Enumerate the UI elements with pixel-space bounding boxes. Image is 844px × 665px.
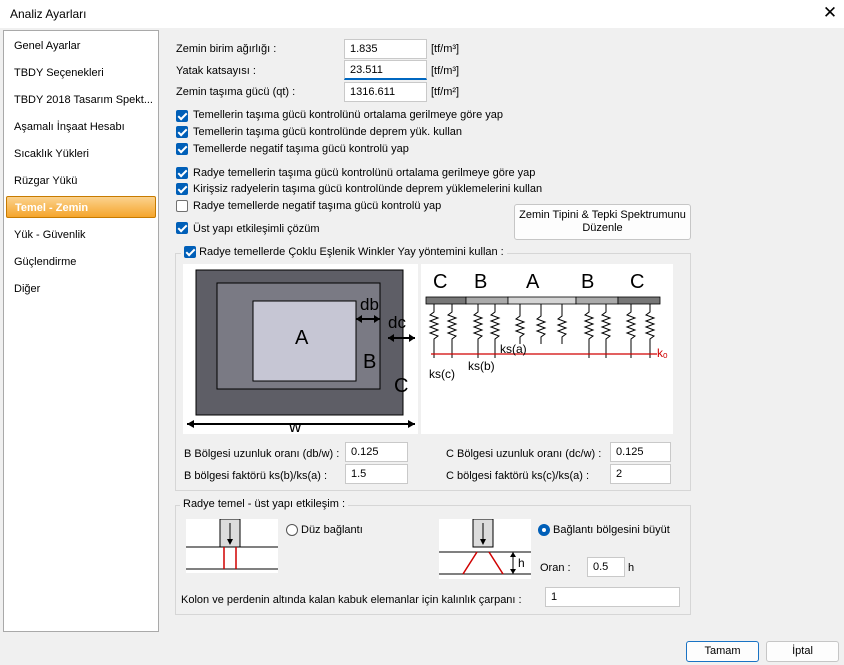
subgrade-input[interactable]: 23.511 — [344, 60, 427, 80]
sidebar-item-tbdy-2018[interactable]: TBDY 2018 Tasarım Spekt... — [6, 89, 156, 111]
plan-label-db: db — [360, 295, 379, 314]
spring-section-diagram: C B A B C kₒ ks(a) ks(b) ks(c) — [421, 264, 673, 434]
bearing-label: Zemin taşıma gücü (qt) : — [176, 86, 296, 98]
sidebar-item-yuk-guvenlik[interactable]: Yük - Güvenlik — [6, 224, 156, 246]
radio-flat-connection-label: Düz bağlantı — [301, 524, 363, 536]
unit-weight-unit: [tf/m³] — [431, 43, 460, 55]
subgrade-unit: [tf/m³] — [431, 65, 460, 77]
winkler-label: Radye temellerde Çoklu Eşlenik Winkler Y… — [199, 246, 504, 259]
thickness-label: Kolon ve perdenin altında kalan kabuk el… — [181, 594, 522, 606]
check-raft-negative-label: Radye temellerde negatif taşıma gücü kon… — [193, 200, 442, 212]
enlarged-connection-diagram: h — [439, 519, 531, 579]
section-label-ksa: ks(a) — [500, 342, 527, 356]
check-superstructure[interactable] — [176, 222, 188, 234]
check-avg-stress[interactable] — [176, 110, 188, 122]
window-title: Analiz Ayarları — [10, 7, 87, 21]
ratio-unit: h — [628, 562, 635, 574]
check-superstructure-label: Üst yapı etkileşimli çözüm — [193, 223, 320, 235]
check-raft-negative[interactable] — [176, 200, 188, 212]
radio-enlarge-connection[interactable] — [538, 524, 550, 536]
check-raft-avg-stress[interactable] — [176, 167, 188, 179]
plan-label-w: w — [288, 417, 302, 434]
section-label-ko: kₒ — [657, 346, 668, 360]
sidebar-item-sicaklik[interactable]: Sıcaklık Yükleri — [6, 143, 156, 165]
sidebar-item-temel-zemin[interactable]: Temel - Zemin — [6, 196, 156, 218]
section-zone-b-left: B — [474, 271, 487, 293]
winkler-legend: Radye temellerde Çoklu Eşlenik Winkler Y… — [181, 246, 507, 260]
sidebar-item-ruzgar[interactable]: Rüzgar Yükü — [6, 170, 156, 192]
radio-flat-connection[interactable] — [286, 524, 298, 536]
plan-label-a: A — [295, 327, 309, 349]
plan-label-dc: dc — [388, 313, 406, 332]
c-ratio-input[interactable]: 0.125 — [610, 442, 671, 462]
thickness-input[interactable]: 1 — [545, 587, 680, 607]
section-zone-c-right: C — [630, 271, 644, 293]
title-bar — [0, 0, 844, 28]
b-ratio-label: B Bölgesi uzunluk oranı (db/w) : — [184, 448, 340, 460]
ratio-label: Oran : — [540, 562, 571, 574]
ratio-input[interactable]: 0.5 — [587, 557, 625, 577]
enlarged-diagram-h: h — [518, 556, 525, 570]
section-label-ksb: ks(b) — [468, 359, 495, 373]
check-negative-bearing-label: Temellerde negatif taşıma gücü kontrolü … — [193, 143, 409, 155]
bearing-unit: [tf/m²] — [431, 86, 460, 98]
c-factor-label: C bölgesi faktörü ks(c)/ks(a) : — [446, 470, 590, 482]
section-zone-a: A — [526, 271, 540, 293]
b-ratio-input[interactable]: 0.125 — [345, 442, 408, 462]
close-icon[interactable]: ✕ — [820, 3, 840, 23]
sidebar-item-guclendirme[interactable]: Güçlendirme — [6, 251, 156, 273]
check-beamless-raft-label: Kirişsiz radyelerin taşıma gücü kontrolü… — [193, 183, 543, 195]
check-beamless-raft[interactable] — [176, 183, 188, 195]
subgrade-label: Yatak katsayısı : — [176, 65, 256, 77]
b-factor-label: B bölgesi faktörü ks(b)/ks(a) : — [184, 470, 328, 482]
b-factor-input[interactable]: 1.5 — [345, 464, 408, 484]
sidebar-item-genel-ayarlar[interactable]: Genel Ayarlar — [6, 35, 156, 57]
unit-weight-input[interactable]: 1.835 — [344, 39, 427, 59]
plan-label-b: B — [363, 351, 376, 373]
unit-weight-label: Zemin birim ağırlığı : — [176, 43, 277, 55]
interaction-legend: Radye temel - üst yapı etkileşim : — [180, 498, 349, 510]
radio-enlarge-connection-label: Bağlantı bölgesini büyüt — [553, 524, 670, 536]
section-zone-b-right: B — [581, 271, 594, 293]
sidebar-item-tbdy-secenekleri[interactable]: TBDY Seçenekleri — [6, 62, 156, 84]
sidebar: Genel Ayarlar TBDY Seçenekleri TBDY 2018… — [3, 30, 159, 632]
c-factor-input[interactable]: 2 — [610, 464, 671, 484]
section-label-ksc: ks(c) — [429, 367, 455, 381]
zone-plan-diagram: A B C db dc w — [183, 264, 418, 434]
ok-button[interactable]: Tamam — [686, 641, 759, 662]
c-ratio-label: C Bölgesi uzunluk oranı (dc/w) : — [446, 448, 602, 460]
edit-spectrum-button[interactable]: Zemin Tipini & Tepki Spektrumunu Düzenle — [514, 204, 691, 240]
edit-spectrum-line2: Düzenle — [582, 222, 623, 234]
sidebar-item-diger[interactable]: Diğer — [6, 278, 156, 300]
check-earthquake-load-label: Temellerin taşıma gücü kontrolünde depre… — [193, 126, 463, 138]
check-earthquake-load[interactable] — [176, 126, 188, 138]
bearing-input[interactable]: 1316.611 — [344, 82, 427, 102]
section-zone-c-left: C — [433, 271, 447, 293]
sidebar-item-asamali-insaat[interactable]: Aşamalı İnşaat Hesabı — [6, 116, 156, 138]
flat-connection-diagram — [186, 519, 278, 573]
check-raft-avg-stress-label: Radye temellerin taşıma gücü kontrolünü … — [193, 167, 536, 179]
plan-label-c: C — [394, 375, 408, 397]
check-winkler[interactable] — [184, 246, 196, 259]
check-negative-bearing[interactable] — [176, 143, 188, 155]
cancel-button[interactable]: İptal — [766, 641, 839, 662]
check-avg-stress-label: Temellerin taşıma gücü kontrolünü ortala… — [193, 109, 503, 121]
edit-spectrum-line1: Zemin Tipini & Tepki Spektrumunu — [519, 209, 686, 221]
